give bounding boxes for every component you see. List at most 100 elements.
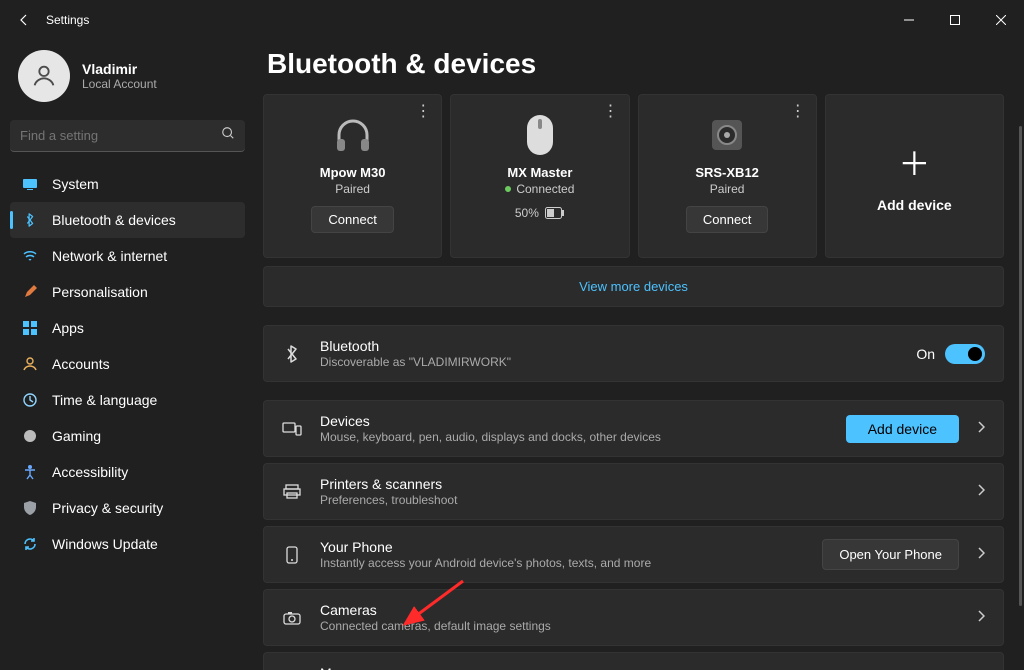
more-icon[interactable]: ⋮ bbox=[603, 101, 619, 121]
sidebar-item-label: Accessibility bbox=[52, 464, 128, 480]
sidebar-item-gaming[interactable]: Gaming bbox=[10, 418, 245, 454]
bluetooth-toggle[interactable] bbox=[945, 344, 985, 364]
sidebar-item-label: Personalisation bbox=[52, 284, 148, 300]
device-card-srs[interactable]: ⋮ SRS-XB12 Paired Connect bbox=[638, 94, 817, 258]
search-box[interactable] bbox=[10, 120, 245, 152]
brush-icon bbox=[22, 284, 38, 300]
row-title: Mouse bbox=[320, 665, 530, 670]
row-title: Devices bbox=[320, 413, 661, 429]
bluetooth-sub: Discoverable as "VLADIMIRWORK" bbox=[320, 355, 511, 369]
connect-button[interactable]: Connect bbox=[311, 206, 393, 233]
titlebar: Settings bbox=[0, 0, 1024, 40]
sidebar-item-update[interactable]: Windows Update bbox=[10, 526, 245, 562]
close-button[interactable] bbox=[978, 4, 1024, 36]
row-title: Printers & scanners bbox=[320, 476, 457, 492]
row-sub: Instantly access your Android device's p… bbox=[320, 556, 651, 570]
open-your-phone-button[interactable]: Open Your Phone bbox=[822, 539, 959, 570]
add-device-button[interactable]: Add device bbox=[846, 415, 959, 443]
row-title: Your Phone bbox=[320, 539, 651, 555]
accessibility-icon bbox=[22, 464, 38, 480]
toggle-state: On bbox=[916, 346, 935, 362]
view-more-devices[interactable]: View more devices bbox=[263, 266, 1004, 307]
device-card-mxmaster[interactable]: ⋮ MX Master Connected 50% bbox=[450, 94, 629, 258]
sidebar: Vladimir Local Account System Bluetooth … bbox=[0, 40, 255, 670]
device-name: Mpow M30 bbox=[320, 165, 386, 180]
row-sub: Mouse, keyboard, pen, audio, displays an… bbox=[320, 430, 661, 444]
sidebar-item-bluetooth[interactable]: Bluetooth & devices bbox=[10, 202, 245, 238]
connect-button[interactable]: Connect bbox=[686, 206, 768, 233]
sidebar-item-label: Time & language bbox=[52, 392, 157, 408]
row-devices[interactable]: Devices Mouse, keyboard, pen, audio, dis… bbox=[263, 400, 1004, 457]
wifi-icon bbox=[22, 248, 38, 264]
sidebar-item-label: Windows Update bbox=[52, 536, 158, 552]
avatar bbox=[18, 50, 70, 102]
chevron-right-icon bbox=[977, 609, 985, 627]
bluetooth-icon bbox=[282, 345, 302, 363]
more-icon[interactable]: ⋮ bbox=[415, 101, 431, 121]
main-content: Bluetooth & devices ⋮ Mpow M30 Paired Co… bbox=[255, 40, 1024, 670]
bluetooth-row: Bluetooth Discoverable as "VLADIMIRWORK"… bbox=[263, 325, 1004, 382]
sidebar-item-label: System bbox=[52, 176, 99, 192]
bluetooth-title: Bluetooth bbox=[320, 338, 511, 354]
user-sub: Local Account bbox=[82, 77, 157, 91]
sidebar-item-apps[interactable]: Apps bbox=[10, 310, 245, 346]
device-cards: ⋮ Mpow M30 Paired Connect ⋮ MX Master Co… bbox=[263, 94, 1004, 258]
add-device-label: Add device bbox=[877, 197, 952, 213]
search-input[interactable] bbox=[20, 128, 221, 143]
chevron-right-icon bbox=[977, 420, 985, 438]
scrollbar[interactable] bbox=[1019, 126, 1022, 606]
sidebar-item-label: Apps bbox=[52, 320, 84, 336]
chevron-right-icon bbox=[977, 546, 985, 564]
row-yourphone[interactable]: Your Phone Instantly access your Android… bbox=[263, 526, 1004, 583]
sidebar-item-label: Gaming bbox=[52, 428, 101, 444]
nav: System Bluetooth & devices Network & int… bbox=[10, 166, 245, 562]
device-status: Paired bbox=[335, 182, 370, 196]
apps-icon bbox=[22, 320, 38, 336]
maximize-button[interactable] bbox=[932, 4, 978, 36]
bluetooth-icon bbox=[22, 212, 38, 228]
row-cameras[interactable]: Cameras Connected cameras, default image… bbox=[263, 589, 1004, 646]
window-title: Settings bbox=[46, 13, 89, 27]
minimize-button[interactable] bbox=[886, 4, 932, 36]
plus-icon: ＋ bbox=[898, 139, 930, 185]
sidebar-item-label: Network & internet bbox=[52, 248, 167, 264]
sidebar-item-time[interactable]: Time & language bbox=[10, 382, 245, 418]
clock-icon bbox=[22, 392, 38, 408]
mouse-icon bbox=[523, 111, 557, 159]
more-icon[interactable]: ⋮ bbox=[790, 101, 806, 121]
add-device-card[interactable]: ＋ Add device bbox=[825, 94, 1004, 258]
devices-icon bbox=[282, 421, 302, 437]
user-name: Vladimir bbox=[82, 61, 157, 77]
gaming-icon bbox=[22, 428, 38, 444]
sidebar-item-personalisation[interactable]: Personalisation bbox=[10, 274, 245, 310]
phone-icon bbox=[282, 546, 302, 564]
back-button[interactable] bbox=[16, 12, 32, 28]
row-sub: Connected cameras, default image setting… bbox=[320, 619, 551, 633]
sidebar-item-privacy[interactable]: Privacy & security bbox=[10, 490, 245, 526]
shield-icon bbox=[22, 500, 38, 516]
sidebar-item-accounts[interactable]: Accounts bbox=[10, 346, 245, 382]
row-sub: Preferences, troubleshoot bbox=[320, 493, 457, 507]
device-card-mpow[interactable]: ⋮ Mpow M30 Paired Connect bbox=[263, 94, 442, 258]
sidebar-item-accessibility[interactable]: Accessibility bbox=[10, 454, 245, 490]
user-card[interactable]: Vladimir Local Account bbox=[10, 46, 245, 116]
sidebar-item-system[interactable]: System bbox=[10, 166, 245, 202]
camera-icon bbox=[282, 611, 302, 625]
update-icon bbox=[22, 536, 38, 552]
window-controls bbox=[886, 4, 1024, 36]
sidebar-item-network[interactable]: Network & internet bbox=[10, 238, 245, 274]
device-status: Connected bbox=[505, 182, 574, 196]
row-mouse[interactable]: Mouse Buttons, mouse pointer speed, scro… bbox=[263, 652, 1004, 670]
device-name: SRS-XB12 bbox=[695, 165, 759, 180]
system-icon bbox=[22, 176, 38, 192]
sidebar-item-label: Privacy & security bbox=[52, 500, 163, 516]
battery-status: 50% bbox=[515, 206, 565, 220]
device-status: Paired bbox=[710, 182, 745, 196]
page-title: Bluetooth & devices bbox=[267, 48, 1004, 80]
row-printers[interactable]: Printers & scanners Preferences, trouble… bbox=[263, 463, 1004, 520]
search-icon bbox=[221, 126, 235, 145]
row-title: Cameras bbox=[320, 602, 551, 618]
chevron-right-icon bbox=[977, 483, 985, 501]
accounts-icon bbox=[22, 356, 38, 372]
sidebar-item-label: Accounts bbox=[52, 356, 110, 372]
